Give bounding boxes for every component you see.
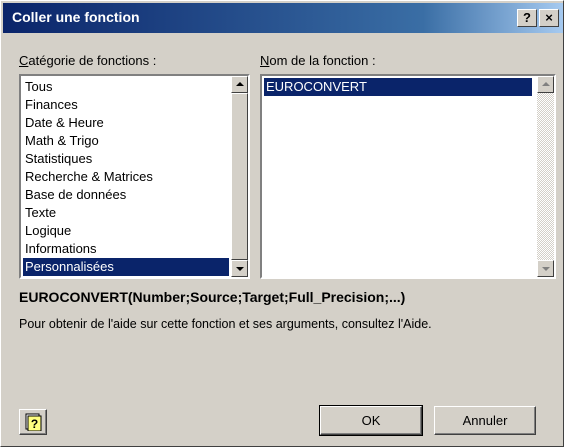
scroll-up-button[interactable]	[231, 76, 248, 93]
function-scrollbar	[537, 76, 554, 277]
cancel-button[interactable]: Annuler	[434, 406, 536, 435]
scroll-down-button	[537, 260, 554, 277]
arrow-down-icon	[542, 267, 550, 271]
category-item[interactable]: Math & Trigo	[23, 132, 229, 150]
scroll-track	[537, 93, 554, 260]
window-title: Coller une fonction	[12, 9, 140, 25]
category-list[interactable]: Tous Finances Date & Heure Math & Trigo Stat…	[19, 74, 250, 279]
function-description: Pour obtenir de l'aide sur cette fonctio…	[19, 317, 432, 331]
arrow-up-icon	[236, 82, 244, 86]
arrow-up-icon	[542, 82, 550, 86]
category-item[interactable]: Base de données	[23, 186, 229, 204]
category-item[interactable]: Personnalisées	[23, 258, 229, 276]
title-bar[interactable]: Coller une fonction ? ×	[3, 3, 563, 33]
scroll-track[interactable]	[231, 93, 248, 260]
category-item[interactable]: Recherche & Matrices	[23, 168, 229, 186]
question-icon: ?	[25, 413, 42, 431]
function-list[interactable]: EUROCONVERT	[260, 74, 556, 279]
function-item[interactable]: EUROCONVERT	[264, 78, 532, 96]
category-item[interactable]: Finances	[23, 96, 229, 114]
category-item[interactable]: Informations	[23, 240, 229, 258]
category-scrollbar[interactable]	[231, 76, 248, 277]
category-label: Catégorie de fonctions :	[19, 53, 157, 68]
category-item[interactable]: Statistiques	[23, 150, 229, 168]
scroll-down-button[interactable]	[231, 260, 248, 277]
category-item[interactable]: Logique	[23, 222, 229, 240]
function-name-label: Nom de la fonction :	[260, 53, 376, 68]
help-button[interactable]: ?	[19, 409, 47, 435]
help-title-button[interactable]: ?	[517, 9, 537, 27]
svg-text:?: ?	[31, 417, 38, 431]
category-item[interactable]: Tous	[23, 78, 229, 96]
paste-function-dialog: Coller une fonction ? × Catégorie de fon…	[0, 0, 564, 447]
category-item[interactable]: Texte	[23, 204, 229, 222]
category-item[interactable]: Date & Heure	[23, 114, 229, 132]
function-syntax: EUROCONVERT(Number;Source;Target;Full_Pr…	[19, 289, 406, 305]
scroll-up-button	[537, 76, 554, 93]
ok-button[interactable]: OK	[319, 405, 423, 436]
scroll-thumb[interactable]	[231, 93, 248, 260]
close-button[interactable]: ×	[539, 9, 559, 27]
arrow-down-icon	[236, 267, 244, 271]
